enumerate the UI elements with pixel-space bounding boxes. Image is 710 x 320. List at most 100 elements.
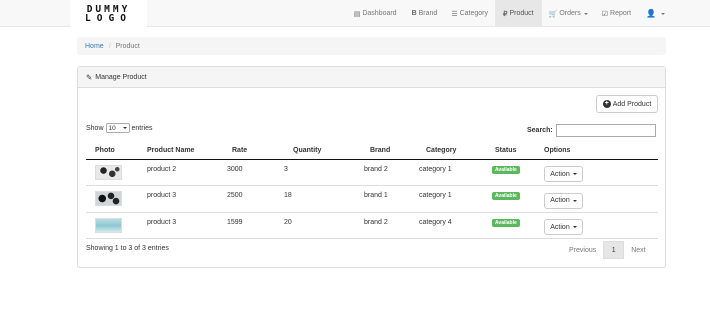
search-input[interactable] [555, 124, 656, 137]
entries-value: 10 [108, 124, 116, 132]
options-cell: Action [538, 185, 658, 213]
status-cell: Available [472, 185, 538, 213]
breadcrumb-home[interactable]: Home [85, 43, 104, 50]
status-badge: Available [492, 165, 520, 174]
logo-text: DUMMY LOGO [85, 4, 132, 24]
status-cell: Available [472, 159, 538, 186]
nav-report[interactable]: ☑ Report [595, 0, 638, 27]
action-label: Action [550, 170, 570, 178]
chevron-down-icon [122, 127, 127, 129]
brand-cell: brand 1 [338, 185, 396, 213]
options-cell: Action [538, 159, 658, 186]
product-name-cell: product 3 [138, 185, 220, 213]
nav-orders[interactable]: 🛒 Orders [542, 0, 595, 27]
status-badge: Available [492, 192, 520, 200]
user-icon: 👤 [646, 9, 656, 18]
list-icon: ▤ [353, 10, 361, 18]
panel-title: Manage Product [95, 73, 147, 81]
photo-cell [86, 212, 138, 239]
column-header-rate[interactable]: Rate [220, 142, 281, 160]
chevron-down-icon [583, 12, 588, 15]
check-icon: ☑ [601, 10, 609, 18]
product-table: Photo Product Name Rate Quantity Brand C… [86, 142, 658, 239]
add-product-label: Add Product [612, 100, 652, 108]
table-row: product 3 2500 18 brand 1 category 1 Ava… [86, 185, 658, 213]
rate-cell: 1599 [220, 212, 281, 239]
nav-label: Dashboard [362, 10, 397, 17]
column-header-status[interactable]: Status [472, 142, 538, 160]
column-header-category[interactable]: Category [396, 142, 472, 160]
ruble-icon: ₽ [503, 10, 508, 18]
rate-cell: 2500 [220, 185, 281, 213]
nav-category[interactable]: ☰ Category [444, 0, 495, 27]
chevron-down-icon [572, 173, 577, 176]
action-dropdown-button[interactable]: Action [544, 166, 583, 183]
pagination-next[interactable]: Next [624, 241, 652, 259]
product-photo [95, 164, 122, 180]
rate-cell: 3000 [220, 159, 281, 186]
column-header-quantity[interactable]: Quantity [281, 142, 338, 160]
bitcoin-icon: B [411, 10, 417, 17]
status-badge: Available [492, 218, 520, 227]
search-control: Search: [527, 124, 656, 137]
product-name-cell: product 3 [138, 212, 220, 239]
panel-heading: ✎ Manage Product [78, 67, 665, 88]
column-header-brand[interactable]: Brand [338, 142, 396, 160]
search-label: Search: [527, 127, 553, 134]
table-info: Showing 1 to 3 of 3 entries [86, 245, 169, 252]
product-photo [95, 191, 122, 207]
plus-sign-icon: + [602, 100, 611, 108]
show-label: Show [86, 124, 104, 132]
add-product-button[interactable]: + Add Product [596, 95, 658, 113]
column-header-options[interactable]: Options [538, 142, 658, 160]
product-photo [95, 217, 122, 233]
nav-label: Category [459, 10, 489, 17]
breadcrumb-current: Product [115, 42, 140, 50]
photo-cell [86, 185, 138, 213]
photo-cell [86, 159, 138, 186]
brand-cell: brand 2 [338, 159, 396, 186]
manage-product-panel: ✎ Manage Product + Add Product Show 10 e… [77, 66, 666, 268]
pagination-previous[interactable]: Previous [562, 241, 603, 259]
breadcrumb: Home / Product [77, 37, 666, 55]
column-header-photo[interactable]: Photo [86, 142, 138, 160]
entries-select[interactable]: 10 [105, 123, 130, 133]
chevron-down-icon [572, 199, 577, 202]
table-row: product 2 3000 3 brand 2 category 1 Avai… [86, 159, 658, 186]
product-name-cell: product 2 [138, 159, 220, 186]
th-list-icon: ☰ [451, 10, 458, 18]
nav-menu: ▤ Dashboard B Brand ☰ Category ₽ Product… [346, 0, 710, 27]
table-row: product 3 1599 20 brand 2 category 4 Ava… [86, 212, 658, 239]
nav-brand[interactable]: B Brand [405, 0, 445, 27]
status-cell: Available [472, 212, 538, 239]
nav-product[interactable]: ₽ Product [495, 0, 542, 27]
quantity-cell: 18 [281, 185, 338, 213]
quantity-cell: 20 [281, 212, 338, 239]
brand-cell: brand 2 [338, 212, 396, 239]
action-label: Action [550, 197, 570, 205]
entries-length-control: Show 10 entries [86, 123, 153, 133]
quantity-cell: 3 [281, 159, 338, 186]
pagination: Previous 1 Next [562, 241, 653, 259]
action-dropdown-button[interactable]: Action [544, 219, 583, 236]
chevron-down-icon [661, 12, 665, 15]
chevron-down-icon [572, 226, 577, 229]
category-cell: category 1 [396, 159, 472, 186]
table-header-row: Photo Product Name Rate Quantity Brand C… [86, 142, 658, 160]
nav-user[interactable]: 👤 [638, 0, 710, 27]
nav-label: Brand [418, 10, 438, 17]
column-header-product-name[interactable]: Product Name [138, 142, 220, 160]
brand-logo[interactable]: DUMMY LOGO [70, 0, 147, 27]
action-dropdown-button[interactable]: Action [544, 192, 583, 209]
pagination-page-1[interactable]: 1 [603, 241, 625, 259]
nav-label: Report [610, 10, 632, 17]
logo-line-2: LOGO [85, 12, 132, 24]
cart-icon: 🛒 [548, 10, 558, 18]
entries-label: entries [131, 124, 153, 132]
category-cell: category 1 [396, 185, 472, 213]
category-cell: category 4 [396, 212, 472, 239]
breadcrumb-separator: / [108, 42, 111, 50]
nav-dashboard[interactable]: ▤ Dashboard [346, 0, 405, 27]
nav-label: Product [509, 10, 534, 17]
navbar: DUMMY LOGO ▤ Dashboard B Brand ☰ Category… [0, 0, 710, 27]
